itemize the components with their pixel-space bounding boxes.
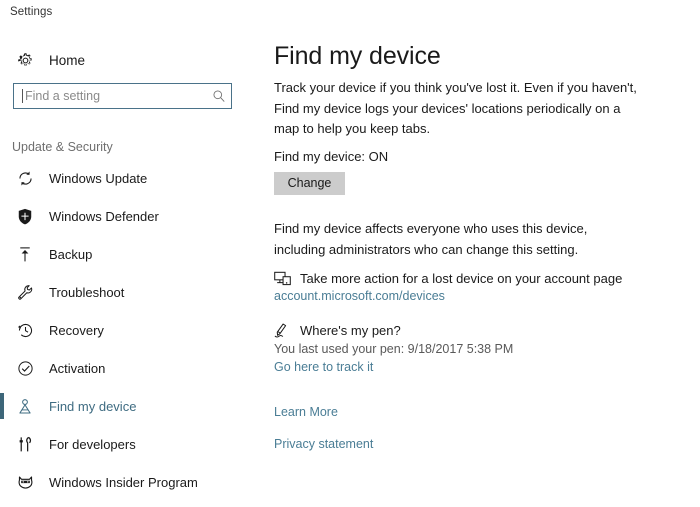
intro-description: Track your device if you think you've lo… (274, 80, 637, 136)
change-button[interactable]: Change (274, 172, 345, 195)
sidebar-item-label: Windows Update (49, 170, 148, 186)
search-icon[interactable] (207, 89, 231, 103)
sidebar-item-windows-insider-program[interactable]: Windows Insider Program (0, 469, 265, 495)
sidebar-item-windows-update[interactable]: Windows Update (0, 165, 265, 191)
sidebar: Home Update & Security (0, 40, 265, 507)
selection-indicator (0, 279, 4, 305)
sidebar-item-home[interactable]: Home (0, 45, 255, 75)
sidebar-group-header: Update & Security (12, 140, 113, 154)
sidebar-item-label: Troubleshoot (49, 284, 125, 300)
selection-indicator (0, 317, 4, 343)
person-location-icon (8, 398, 42, 415)
sidebar-item-label: Backup (49, 246, 93, 262)
sidebar-nav: Windows Update Windows Defender Backup T… (0, 165, 265, 507)
sidebar-item-find-my-device[interactable]: Find my device (0, 393, 265, 419)
selection-indicator (0, 431, 4, 457)
search-input[interactable] (23, 86, 207, 106)
pen-icon (274, 322, 296, 339)
selection-indicator (0, 469, 4, 495)
upload-icon (8, 246, 42, 263)
pen-heading: Where's my pen? (300, 323, 401, 338)
selection-indicator (0, 355, 4, 381)
shield-icon (8, 208, 42, 225)
sidebar-item-label: Activation (49, 360, 106, 376)
pen-block: Where's my pen? You last used your pen: … (274, 322, 694, 376)
check-circle-icon (8, 360, 42, 377)
learn-more-link[interactable]: Learn More (274, 405, 338, 419)
sidebar-item-recovery[interactable]: Recovery (0, 317, 265, 343)
account-page-block: Take more action for a lost device on yo… (274, 270, 694, 305)
wrench-icon (8, 284, 42, 301)
settings-window: Settings Home Update & Security (0, 0, 700, 507)
pen-track-link[interactable]: Go here to track it (274, 358, 373, 376)
tools-icon (8, 436, 42, 453)
sidebar-item-home-label: Home (49, 52, 86, 68)
sidebar-item-label: Windows Defender (49, 208, 159, 224)
sidebar-item-label: Windows Insider Program (49, 474, 198, 490)
sidebar-item-label: Recovery (49, 322, 104, 338)
sidebar-item-windows-defender[interactable]: Windows Defender (0, 203, 265, 229)
search-box[interactable] (13, 83, 232, 109)
sidebar-item-label: For developers (49, 436, 136, 452)
selection-indicator (0, 241, 4, 267)
selection-indicator (0, 165, 4, 191)
ninja-cat-icon (8, 474, 42, 490)
devices-icon (274, 270, 296, 287)
selection-indicator (0, 203, 4, 229)
sidebar-item-backup[interactable]: Backup (0, 241, 265, 267)
privacy-statement-link[interactable]: Privacy statement (274, 437, 373, 451)
history-clock-icon (8, 322, 42, 339)
gear-icon (8, 52, 42, 69)
pen-last-used: You last used your pen: 9/18/2017 5:38 P… (274, 342, 514, 356)
sidebar-item-label: Find my device (49, 398, 137, 414)
sync-icon (8, 170, 42, 187)
affects-description: Find my device affects everyone who uses… (274, 221, 588, 257)
sidebar-item-troubleshoot[interactable]: Troubleshoot (0, 279, 265, 305)
selection-indicator (0, 393, 4, 419)
sidebar-item-for-developers[interactable]: For developers (0, 431, 265, 457)
page-title: Find my device (274, 42, 441, 70)
status-text: Find my device: ON (274, 149, 389, 164)
account-page-text: Take more action for a lost device on yo… (300, 271, 623, 286)
main-content: Find my device Track your device if you … (265, 0, 700, 507)
account-page-link[interactable]: account.microsoft.com/devices (274, 287, 445, 305)
window-title: Settings (10, 6, 53, 18)
sidebar-item-activation[interactable]: Activation (0, 355, 265, 381)
